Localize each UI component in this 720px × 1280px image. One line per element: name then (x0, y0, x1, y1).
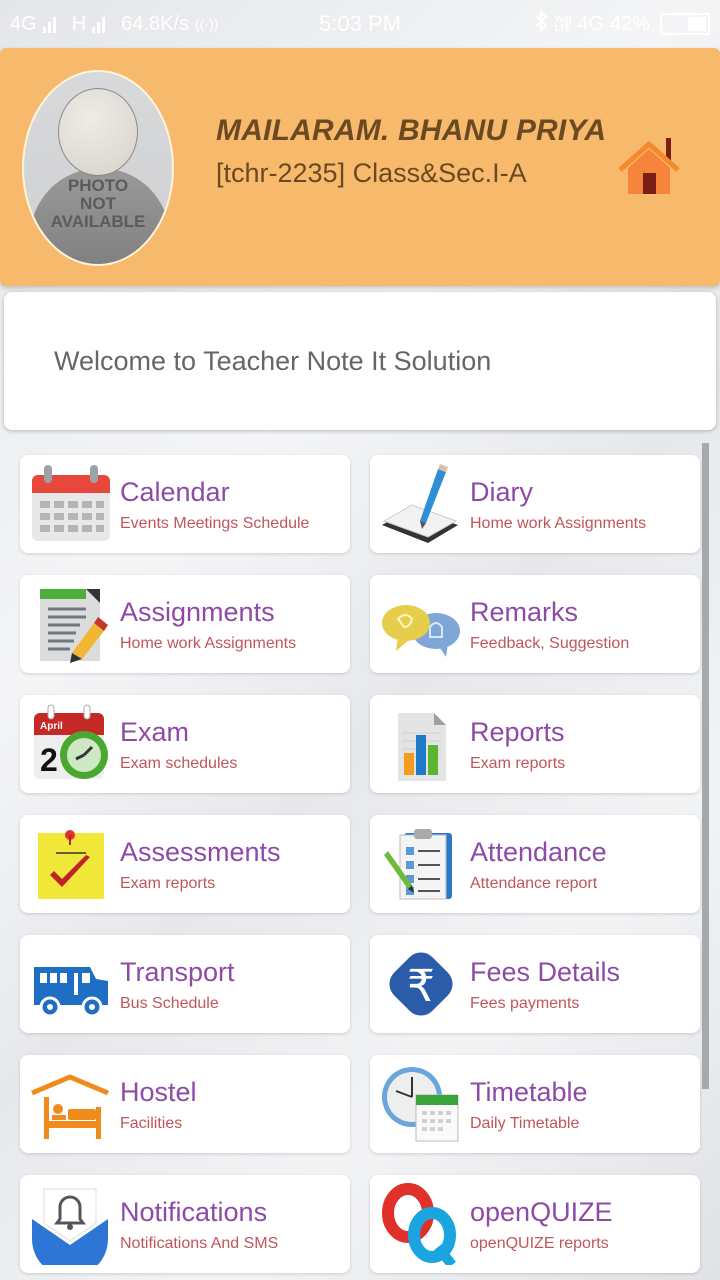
menu-item-assessments[interactable]: Assessments Exam reports (20, 815, 350, 913)
menu-item-calendar[interactable]: Calendar Events Meetings Schedule (20, 455, 350, 553)
status-right: Vo)) LTE 4G 42% (534, 9, 710, 38)
menu-item-title: Assessments (120, 837, 281, 867)
menu-item-subtitle: Daily Timetable (470, 1115, 580, 1132)
avatar[interactable]: PHOTO NOT AVAILABLE (22, 70, 174, 266)
menu-item-subtitle: Home work Assignments (470, 515, 647, 532)
menu-item-timetable[interactable]: Timetable Daily Timetable (370, 1055, 700, 1153)
menu-item-title: Hostel (120, 1077, 197, 1107)
assignment-document-icon (40, 589, 108, 663)
menu-item-attendance[interactable]: Attendance Attendance report (370, 815, 700, 913)
menu-item-subtitle: Attendance report (470, 875, 598, 892)
calendar-icon (32, 465, 110, 541)
teacher-name: MAILARAM. BHANU PRIYA (216, 114, 607, 147)
menu-item-title: Calendar (120, 477, 230, 507)
menu-item-subtitle: Exam reports (470, 755, 566, 772)
photo-not-available-text: PHOTO NOT AVAILABLE (24, 177, 172, 231)
battery-icon (660, 13, 710, 35)
notification-bell-icon (32, 1188, 108, 1265)
clock-calendar-icon (382, 1067, 459, 1142)
bluetooth-icon (534, 9, 548, 38)
menu-item-title: Timetable (470, 1077, 588, 1107)
menu-item-reports[interactable]: Reports Exam reports (370, 695, 700, 793)
openquize-logo-icon (382, 1183, 456, 1265)
menu-item-fees-details[interactable]: ₹ Fees Details Fees payments (370, 935, 700, 1033)
menu-item-openquize[interactable]: openQUIZE openQUIZE reports (370, 1175, 700, 1273)
hotspot-icon: ((·)) (194, 16, 219, 32)
menu-item-remarks[interactable]: Remarks Feedback, Suggestion (370, 575, 700, 673)
menu-item-exam[interactable]: April 2 Exam Exam schedules (20, 695, 350, 793)
menu-item-hostel[interactable]: Hostel Facilities (20, 1055, 350, 1153)
rupee-icon: ₹ (389, 952, 453, 1016)
menu-item-subtitle: Exam reports (120, 875, 216, 892)
battery-percent: 42% (609, 12, 650, 35)
svg-text:April: April (40, 721, 63, 732)
menu-item-notifications[interactable]: Notifications Notifications And SMS (20, 1175, 350, 1273)
diary-pencil-icon (382, 464, 458, 543)
menu-item-title: Notifications (120, 1197, 268, 1227)
menu-item-subtitle: Notifications And SMS (120, 1235, 279, 1252)
svg-text:2: 2 (40, 742, 58, 778)
menu-item-title: Fees Details (470, 957, 621, 987)
status-bar: 4G H 64.8K/s ((·)) 5:03 PM Vo)) LTE 4G 42… (0, 0, 720, 48)
svg-text:₹: ₹ (407, 961, 435, 1012)
menu-item-title: Reports (470, 717, 565, 747)
network-type-1: 4G (10, 12, 37, 35)
network-speed: 64.8K/s (121, 12, 189, 35)
photo-text-line: NOT (80, 194, 116, 213)
menu-item-title: openQUIZE (470, 1197, 613, 1227)
menu-item-assignments[interactable]: Assignments Home work Assignments (20, 575, 350, 673)
signal-icon-2 (92, 15, 106, 33)
menu-item-subtitle: Fees payments (470, 995, 580, 1012)
volte-bottom: LTE (554, 23, 572, 33)
menu-item-title: Exam (120, 717, 190, 747)
menu-item-diary[interactable]: Diary Home work Assignments (370, 455, 700, 553)
menu-item-title: Remarks (470, 597, 579, 627)
speech-bubbles-icon (382, 605, 460, 657)
menu-item-subtitle: Bus Schedule (120, 995, 219, 1012)
menu-item-subtitle: openQUIZE reports (470, 1235, 609, 1252)
signal-icon (42, 15, 56, 33)
teacher-id-class: [tchr-2235] Class&Sec.I-A (216, 158, 527, 188)
welcome-text: Welcome to Teacher Note It Solution (54, 346, 492, 376)
exam-calendar-clock-icon: April 2 (34, 704, 108, 779)
sticky-note-check-icon (38, 830, 104, 899)
home-icon (618, 138, 680, 194)
menu-item-subtitle: Facilities (120, 1115, 183, 1132)
profile-header: PHOTO NOT AVAILABLE MAILARAM. BHANU PRIY… (0, 48, 720, 286)
status-left: 4G H 64.8K/s ((·)) (10, 13, 218, 36)
menu-item-subtitle: Home work Assignments (120, 635, 297, 652)
menu-item-subtitle: Exam schedules (120, 755, 238, 772)
photo-text-line: AVAILABLE (50, 212, 146, 231)
menu-item-title: Attendance (470, 837, 607, 867)
bar-report-icon (398, 713, 446, 781)
home-button[interactable] (616, 138, 682, 196)
welcome-card: Welcome to Teacher Note It Solution (4, 292, 716, 430)
network-type-2: H (71, 12, 87, 35)
menu-item-title: Diary (470, 477, 534, 507)
volte-icon: Vo)) LTE (554, 15, 571, 33)
scrollbar[interactable] (702, 443, 709, 1089)
bus-icon (34, 967, 108, 1018)
menu-item-subtitle: Feedback, Suggestion (470, 635, 630, 652)
avatar-head (58, 88, 138, 176)
menu-item-title: Transport (120, 957, 235, 987)
photo-text-line: PHOTO (67, 176, 129, 195)
clipboard-icon (384, 829, 452, 900)
menu-item-transport[interactable]: Transport Bus Schedule (20, 935, 350, 1033)
menu-item-title: Assignments (120, 597, 275, 627)
hostel-bed-icon (31, 1074, 109, 1139)
menu-item-subtitle: Events Meetings Schedule (120, 515, 310, 532)
network-type-3: 4G (577, 12, 604, 35)
